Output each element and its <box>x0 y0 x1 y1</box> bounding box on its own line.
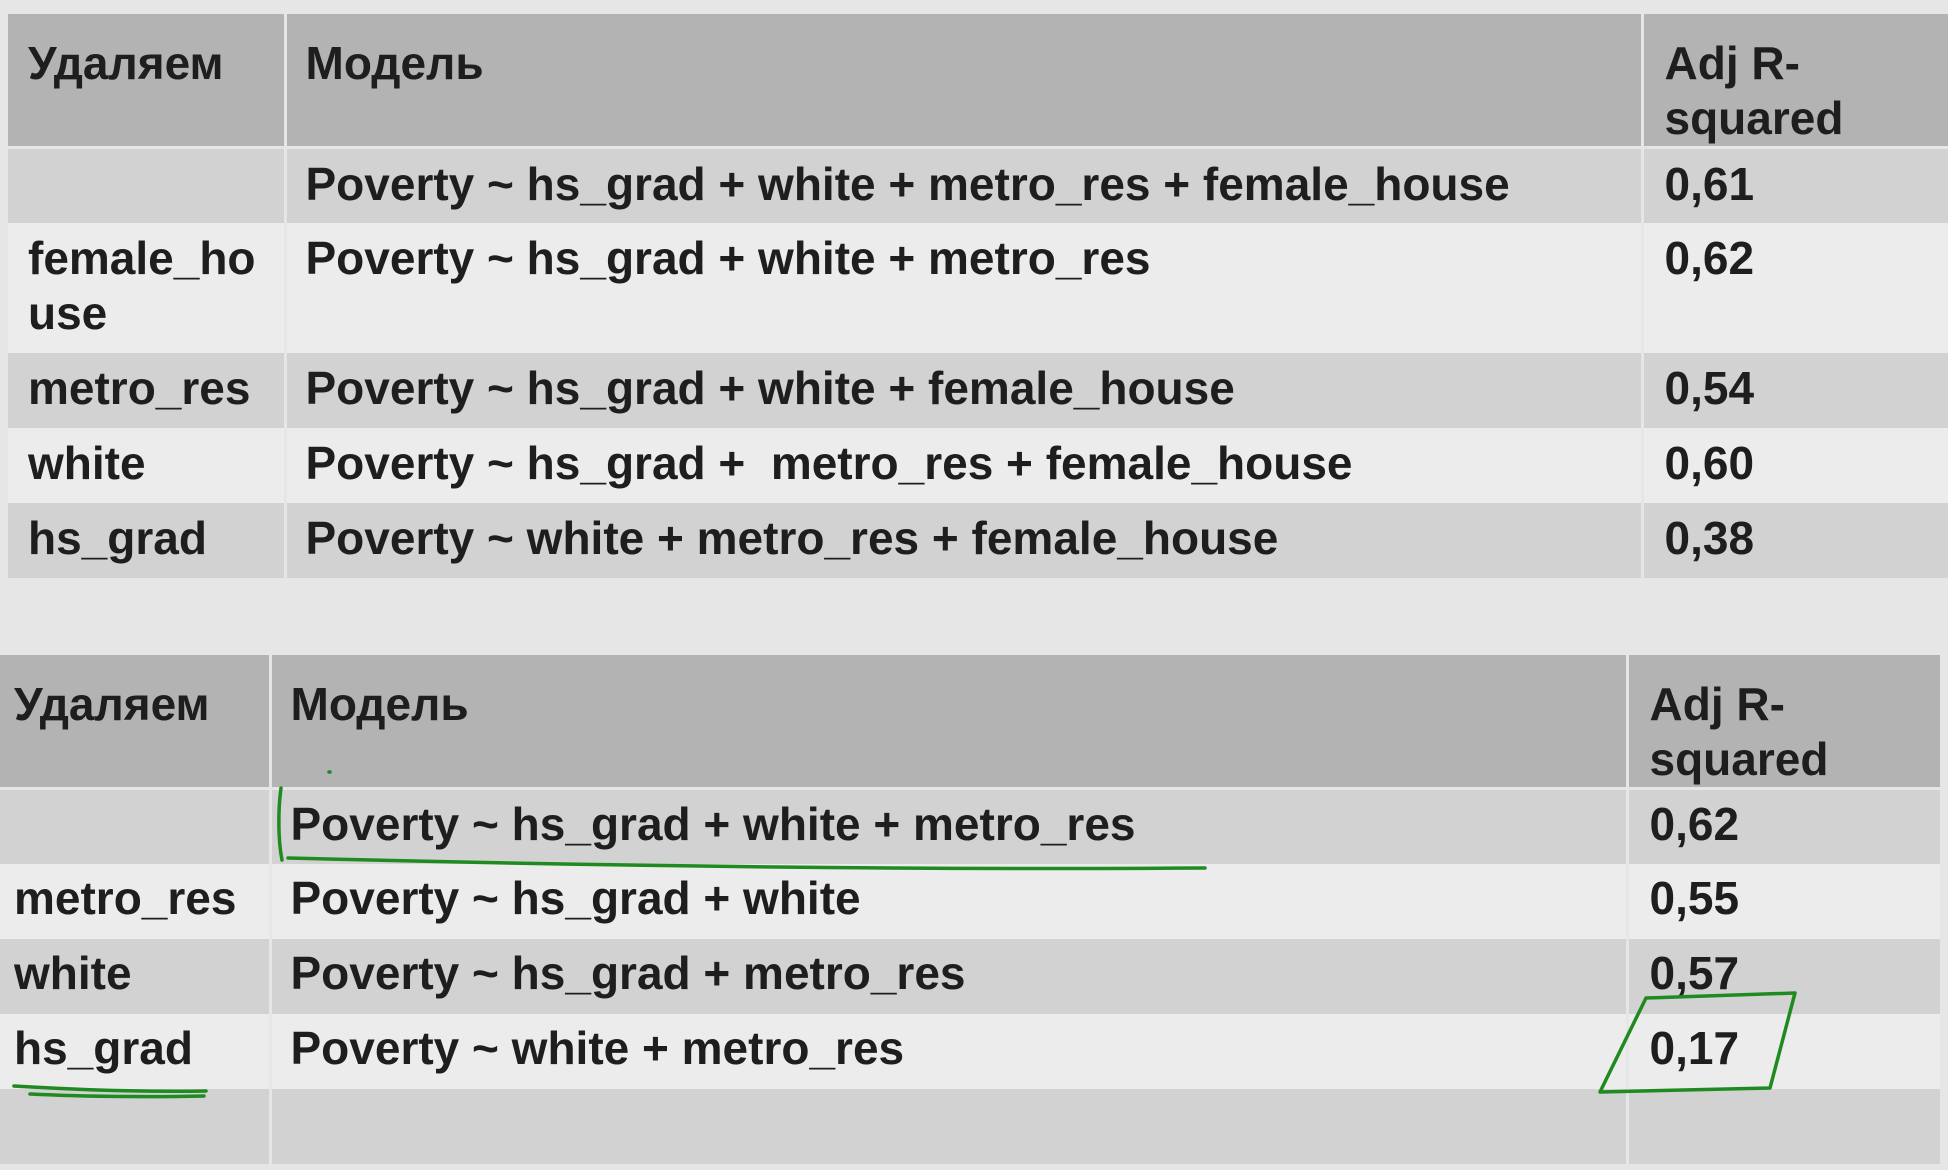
table-row: white Poverty ~ hs_grad + metro_res + fe… <box>8 427 1948 503</box>
cell-model <box>270 1088 1629 1164</box>
cell-removed: white <box>0 938 272 1014</box>
cell-adj-r2: 0,62 <box>1642 222 1948 353</box>
header-adj-r2: Adj R-squared <box>1642 14 1948 149</box>
cell-model: Poverty ~ hs_grad + white + female_house <box>285 352 1644 428</box>
table-row: white Poverty ~ hs_grad + metro_res 0,57 <box>0 938 1940 1014</box>
cell-removed <box>0 788 272 864</box>
header-model: Модель <box>285 14 1644 149</box>
cell-adj-r2: 0,60 <box>1642 427 1948 503</box>
cell-adj-r2: 0,55 <box>1627 863 1940 939</box>
cell-adj-r2: 0,54 <box>1642 352 1948 428</box>
cell-model: Poverty ~ hs_grad + white + metro_res <box>270 788 1629 864</box>
table-top: Удаляем Модель Adj R-squared Poverty ~ h… <box>8 14 1948 578</box>
cell-model: Poverty ~ white + metro_res + female_hou… <box>285 502 1644 578</box>
cell-removed: hs_grad <box>8 502 287 578</box>
header-model: Модель <box>270 655 1629 790</box>
header-adj-r2: Adj R-squared <box>1627 655 1940 790</box>
cell-model: Poverty ~ hs_grad + metro_res + female_h… <box>285 427 1644 503</box>
header-removed: Удаляем <box>8 14 287 149</box>
cell-adj-r2 <box>1627 1088 1940 1164</box>
cell-adj-r2: 0,61 <box>1642 147 1948 223</box>
cell-model: Poverty ~ hs_grad + white + metro_res <box>285 222 1644 353</box>
table-row: metro_res Poverty ~ hs_grad + white + fe… <box>8 352 1948 428</box>
cell-adj-r2: 0,62 <box>1627 788 1940 864</box>
header-removed: Удаляем <box>0 655 272 790</box>
cell-removed <box>0 1088 272 1164</box>
table-row <box>0 1088 1940 1164</box>
cell-model: Poverty ~ white + metro_res <box>270 1013 1629 1089</box>
table-row: Poverty ~ hs_grad + white + metro_res 0,… <box>0 788 1940 864</box>
cell-model: Poverty ~ hs_grad + white + metro_res + … <box>285 147 1644 223</box>
cell-adj-r2: 0,38 <box>1642 502 1948 578</box>
cell-adj-r2: 0,57 <box>1627 938 1940 1014</box>
cell-removed: hs_grad <box>0 1013 272 1089</box>
table-bottom: Удаляем Модель Adj R-squared Poverty ~ h… <box>0 655 1940 1164</box>
cell-removed: metro_res <box>8 352 287 428</box>
cell-model: Poverty ~ hs_grad + metro_res <box>270 938 1629 1014</box>
cell-removed: white <box>8 427 287 503</box>
cell-removed: metro_res <box>0 863 272 939</box>
table-row: metro_res Poverty ~ hs_grad + white 0,55 <box>0 863 1940 939</box>
table-row: Poverty ~ hs_grad + white + metro_res + … <box>8 147 1948 223</box>
cell-adj-r2: 0,17 <box>1627 1013 1940 1089</box>
table-row: female_house Poverty ~ hs_grad + white +… <box>8 222 1948 353</box>
table-row: hs_grad Poverty ~ white + metro_res 0,17 <box>0 1013 1940 1089</box>
cell-model: Poverty ~ hs_grad + white <box>270 863 1629 939</box>
cell-removed: female_house <box>8 222 287 353</box>
cell-removed <box>8 147 287 223</box>
table-row: hs_grad Poverty ~ white + metro_res + fe… <box>8 502 1948 578</box>
